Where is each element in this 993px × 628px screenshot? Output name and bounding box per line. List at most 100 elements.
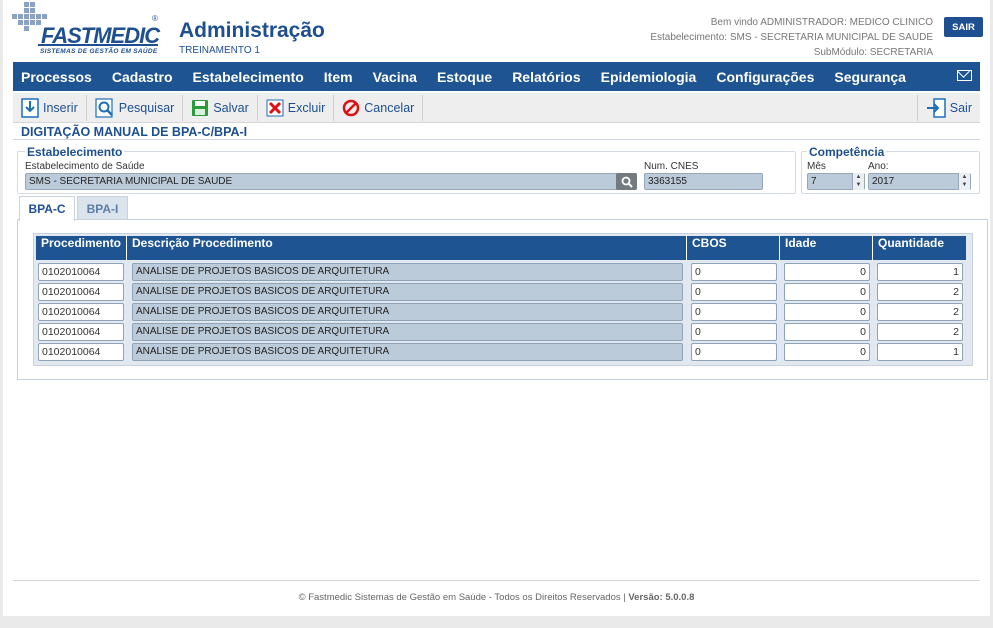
delete-label: Excluir [287, 100, 326, 115]
logo-registered-mark: ® [152, 14, 158, 23]
month-up-icon[interactable]: ▲ [853, 173, 864, 181]
cnes-field: 3363155 [644, 173, 763, 190]
menu-item-cadastro[interactable]: Cadastro [112, 69, 173, 85]
footer-divider [13, 580, 980, 581]
menu-item-relatorios[interactable]: Relatórios [512, 69, 580, 85]
delete-button[interactable]: Excluir [258, 94, 335, 121]
environment-label: TREINAMENTO 1 [179, 45, 260, 56]
save-icon [192, 99, 209, 116]
idade-input[interactable]: 0 [784, 283, 870, 301]
year-value: 2017 [872, 176, 895, 187]
footer-copyright: © Fastmedic Sistemas de Gestão em Saúde … [298, 592, 626, 603]
section-title: DIGITAÇÃO MANUAL DE BPA-C/BPA-I [21, 125, 248, 139]
establishment-label: Estabelecimento de Saúde [25, 161, 145, 172]
header-cbos: CBOS [687, 236, 780, 260]
insert-icon [21, 97, 39, 118]
tab-bpa-i[interactable]: BPA-I [77, 196, 128, 220]
cbos-input[interactable]: 0 [691, 263, 777, 281]
page-title: Administração [179, 19, 325, 42]
procedimento-input[interactable]: 0102010064 [38, 303, 124, 321]
logo-underline [38, 44, 158, 46]
cbos-input[interactable]: 0 [691, 283, 777, 301]
main-menu: Processos Cadastro Estabelecimento Item … [13, 62, 980, 91]
user-info: Bem vindo ADMINISTRADOR: MEDICO CLINICO … [650, 15, 933, 60]
menu-item-estoque[interactable]: Estoque [437, 69, 492, 85]
exit-button[interactable]: Sair [916, 94, 980, 121]
fastmedic-logo: FASTMEDIC ® SISTEMAS DE GESTÃO EM SAÚDE [12, 2, 162, 60]
establishment-field[interactable]: SMS - SECRETARIA MUNICIPAL DE SAUDE [25, 173, 637, 190]
insert-button[interactable]: Inserir [13, 94, 87, 121]
mail-icon[interactable] [957, 70, 972, 81]
header-descricao: Descrição Procedimento [127, 236, 687, 260]
cbos-input[interactable]: 0 [691, 303, 777, 321]
procedures-grid: Procedimento Descrição Procedimento CBOS… [33, 233, 973, 366]
procedimento-input[interactable]: 0102010064 [38, 343, 124, 361]
establishment-legend: Estabelecimento [25, 145, 125, 159]
menu-item-estabelecimento[interactable]: Estabelecimento [193, 69, 304, 85]
descricao-field: ANALISE DE PROJETOS BASICOS DE ARQUITETU… [132, 323, 683, 341]
descricao-field: ANALISE DE PROJETOS BASICOS DE ARQUITETU… [132, 283, 683, 301]
year-up-icon[interactable]: ▲ [959, 173, 970, 181]
magnifier-icon [621, 176, 633, 188]
descricao-field: ANALISE DE PROJETOS BASICOS DE ARQUITETU… [132, 263, 683, 281]
save-label: Salvar [213, 100, 249, 115]
app-window: FASTMEDIC ® SISTEMAS DE GESTÃO EM SAÚDE … [3, 0, 990, 616]
menu-item-vacina[interactable]: Vacina [373, 69, 417, 85]
idade-input[interactable]: 0 [784, 263, 870, 281]
cnes-label: Num. CNES [644, 161, 699, 172]
year-spinner[interactable]: ▲ ▼ [958, 173, 970, 190]
idade-input[interactable]: 0 [784, 323, 870, 341]
idade-input[interactable]: 0 [784, 303, 870, 321]
submodule-text: SubMódulo: SECRETARIA [813, 47, 933, 58]
month-label: Mês [807, 161, 826, 172]
bpa-c-panel: Procedimento Descrição Procedimento CBOS… [17, 219, 988, 380]
month-down-icon[interactable]: ▼ [853, 181, 864, 189]
logout-button[interactable]: SAIR [944, 17, 983, 37]
cancel-button[interactable]: Cancelar [334, 94, 424, 121]
exit-icon [926, 97, 946, 118]
quantidade-input[interactable]: 2 [877, 323, 963, 341]
descricao-field: ANALISE DE PROJETOS BASICOS DE ARQUITETU… [132, 343, 683, 361]
quantidade-input[interactable]: 2 [877, 303, 963, 321]
cancel-icon [343, 99, 360, 116]
action-toolbar: Inserir Pesquisar Salvar Excluir Cancela… [13, 93, 980, 123]
cancel-label: Cancelar [364, 100, 415, 115]
year-down-icon[interactable]: ▼ [959, 181, 970, 189]
search-button[interactable]: Pesquisar [87, 94, 184, 121]
footer: © Fastmedic Sistemas de Gestão em Saúde … [3, 592, 990, 603]
cbos-input[interactable]: 0 [691, 323, 777, 341]
quantidade-input[interactable]: 2 [877, 283, 963, 301]
menu-item-configuracoes[interactable]: Configurações [716, 69, 814, 85]
welcome-text: Bem vindo ADMINISTRADOR: MEDICO CLINICO [710, 17, 933, 28]
quantidade-input[interactable]: 1 [877, 343, 963, 361]
tab-bpa-c[interactable]: BPA-C [19, 196, 75, 221]
cbos-input[interactable]: 0 [691, 343, 777, 361]
section-divider [13, 139, 980, 140]
menu-item-item[interactable]: Item [324, 69, 353, 85]
delete-icon [266, 99, 284, 116]
competence-legend: Competência [807, 145, 887, 159]
procedimento-input[interactable]: 0102010064 [38, 283, 124, 301]
menu-item-epidemiologia[interactable]: Epidemiologia [601, 69, 697, 85]
grid-header: Procedimento Descrição Procedimento CBOS… [36, 236, 966, 260]
procedimento-input[interactable]: 0102010064 [38, 323, 124, 341]
year-field[interactable]: 2017 [868, 173, 971, 190]
search-label: Pesquisar [118, 100, 175, 115]
idade-input[interactable]: 0 [784, 343, 870, 361]
establishment-text: Estabelecimento: SMS - SECRETARIA MUNICI… [650, 32, 933, 43]
save-button[interactable]: Salvar [183, 94, 258, 121]
descricao-field: ANALISE DE PROJETOS BASICOS DE ARQUITETU… [132, 303, 683, 321]
search-icon [95, 97, 113, 118]
procedimento-input[interactable]: 0102010064 [38, 263, 124, 281]
header-procedimento: Procedimento [36, 236, 127, 260]
menu-item-seguranca[interactable]: Segurança [834, 69, 906, 85]
menu-item-processos[interactable]: Processos [21, 69, 92, 85]
month-value: 7 [811, 176, 817, 187]
quantidade-input[interactable]: 1 [877, 263, 963, 281]
footer-version: Versão: 5.0.0.8 [628, 592, 695, 603]
year-label: Ano: [868, 161, 889, 172]
establishment-search-button[interactable] [616, 173, 637, 190]
month-spinner[interactable]: ▲ ▼ [852, 173, 864, 190]
logo-tagline: SISTEMAS DE GESTÃO EM SAÚDE [40, 48, 158, 55]
header-quantidade: Quantidade [878, 236, 945, 250]
